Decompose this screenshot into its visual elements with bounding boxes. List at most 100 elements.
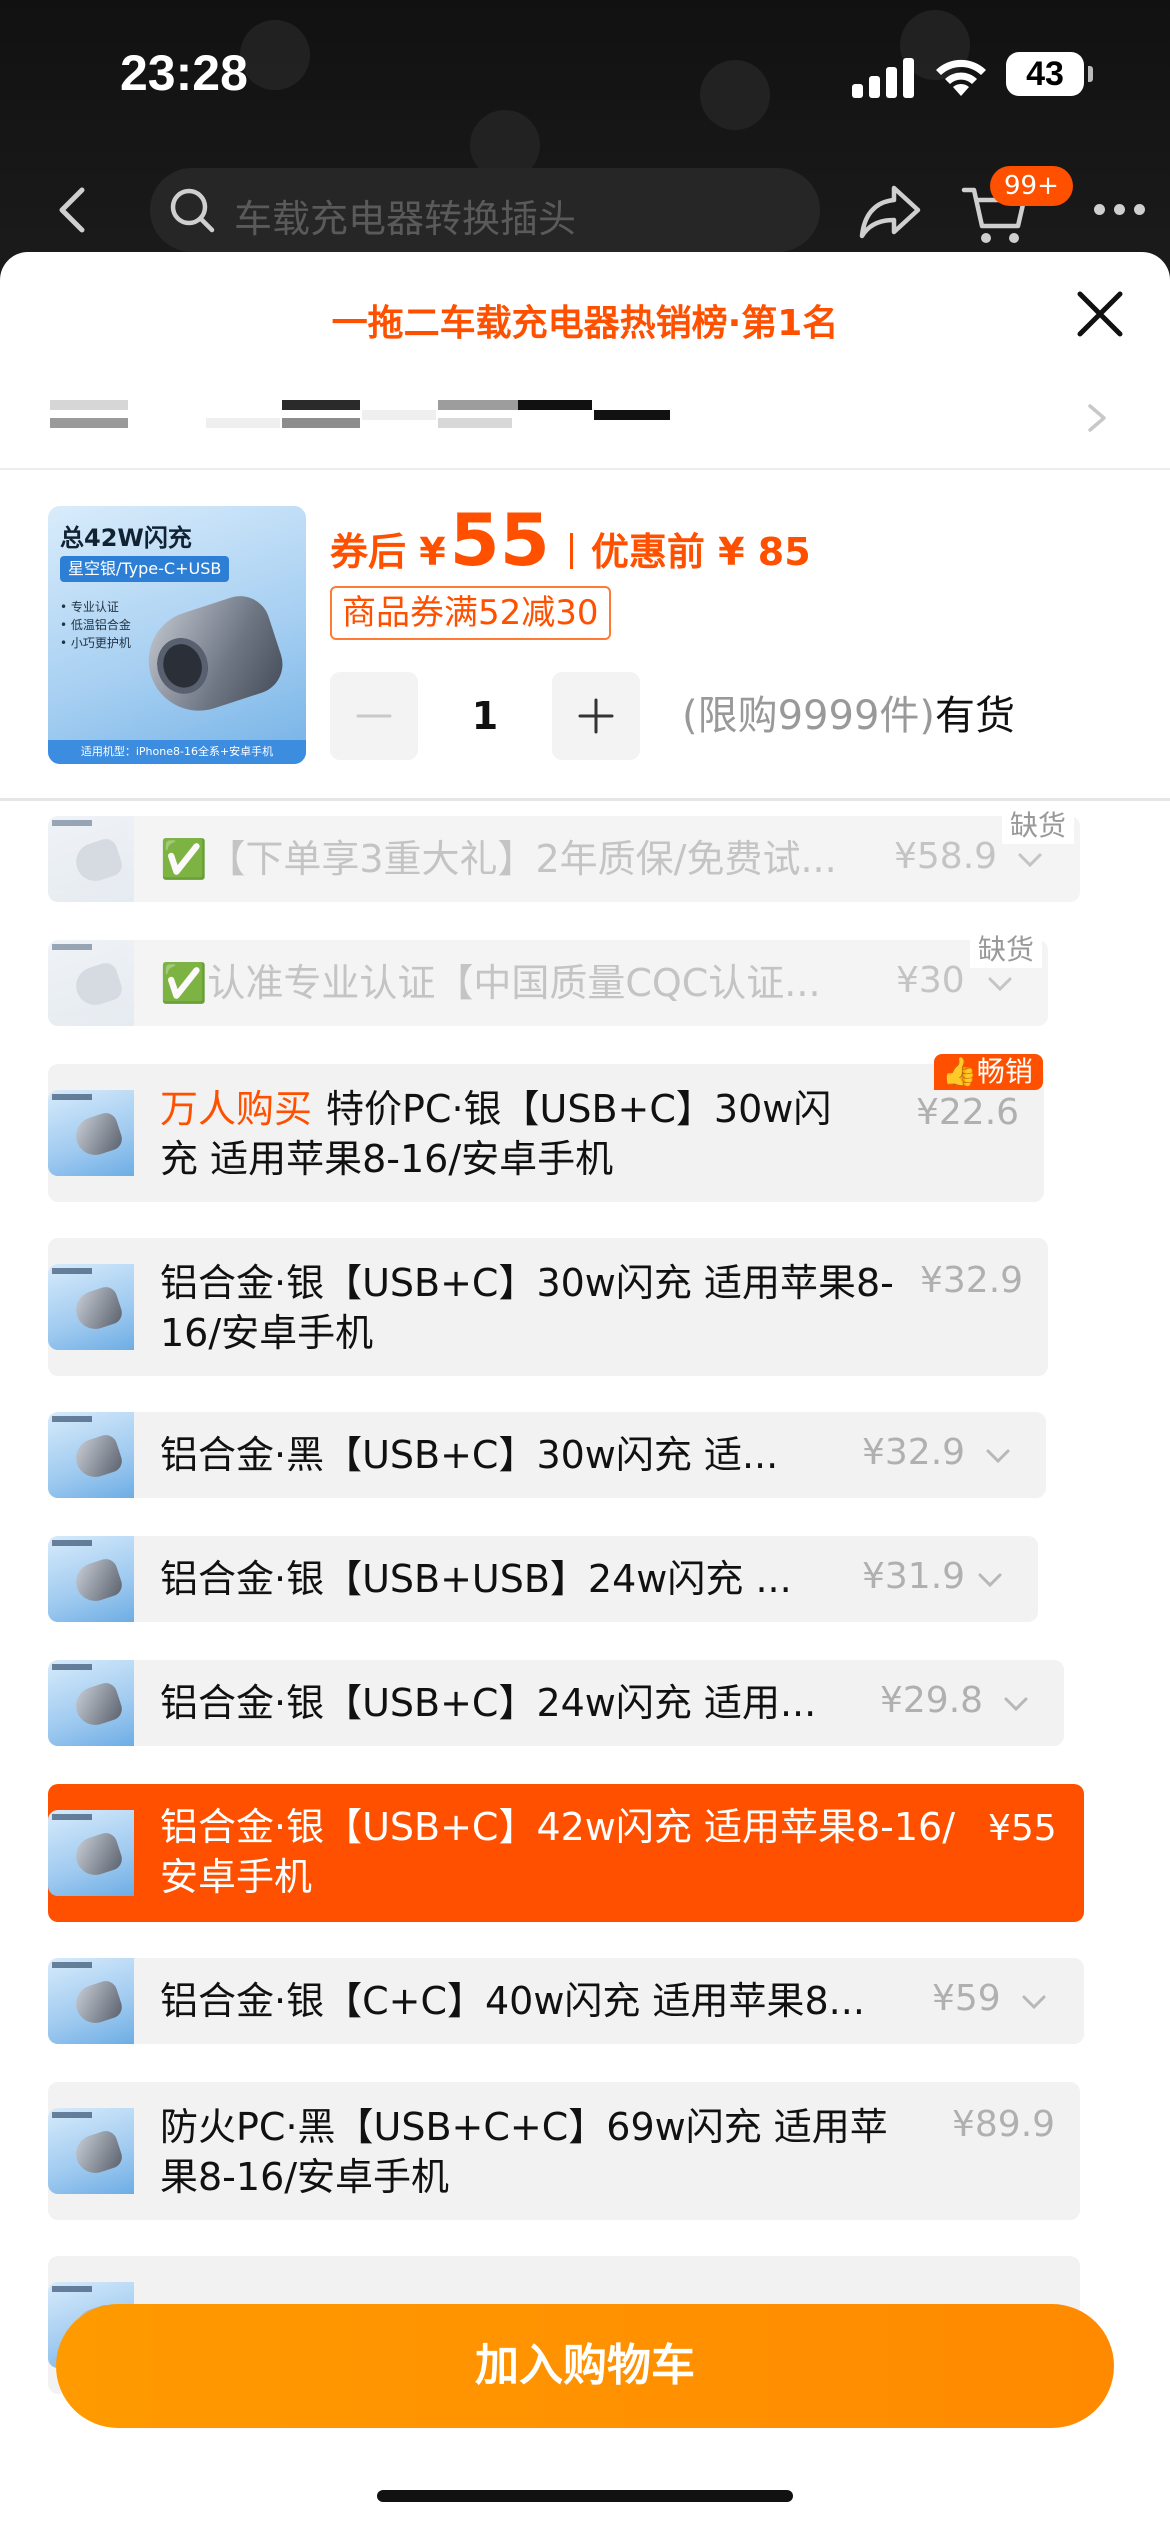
chevron-down-icon[interactable] bbox=[1016, 850, 1044, 870]
sku-promo-tag: 万人购买 bbox=[160, 1087, 313, 1131]
back-icon[interactable] bbox=[44, 180, 104, 240]
sku-option[interactable]: 铝合金·银【USB+C】30w闪充 适用苹果8-16/安卓手机 ¥32.9 bbox=[48, 1238, 1048, 1376]
search-icon bbox=[170, 188, 215, 233]
home-indicator bbox=[377, 2490, 793, 2502]
sku-option[interactable]: 防火PC·黑【USB+C+C】69w闪充 适用苹果8-16/安卓手机 ¥89.9 bbox=[48, 2082, 1080, 2220]
sku-price: ¥32.9 bbox=[862, 1432, 966, 1473]
sku-price: ¥89.9 bbox=[952, 2104, 1056, 2145]
product-image[interactable]: 总42W闪充 星空银/Type-C+USB • 专业认证 • 低温铝合金 • 小… bbox=[48, 506, 306, 764]
address-redacted bbox=[206, 418, 280, 428]
sku-thumbnail bbox=[48, 816, 134, 902]
cart-count-badge: 99+ bbox=[990, 166, 1073, 206]
wifi-icon bbox=[936, 59, 986, 96]
sku-option[interactable]: 铝合金·银【USB+USB】24w闪充 ... ¥31.9 bbox=[48, 1536, 1038, 1622]
divider bbox=[0, 798, 1170, 801]
share-icon[interactable] bbox=[854, 174, 926, 246]
sku-option-selected[interactable]: 铝合金·银【USB+C】42w闪充 适用苹果8-16/安卓手机 ¥55 bbox=[48, 1784, 1084, 1922]
quantity-value[interactable]: 1 bbox=[418, 672, 552, 760]
delivery-address-row[interactable] bbox=[0, 372, 1170, 466]
status-time: 23:28 bbox=[120, 45, 248, 101]
product-image-bullet: • 小巧更护机 bbox=[60, 636, 131, 650]
address-redacted bbox=[594, 410, 670, 420]
sku-label: ✅【下单享3重大礼】2年质保/免费试... bbox=[160, 837, 837, 881]
sku-thumbnail bbox=[48, 2108, 134, 2194]
sku-price: ¥59 bbox=[932, 1978, 1001, 2019]
address-redacted bbox=[50, 400, 128, 410]
cellular-signal-icon bbox=[852, 58, 914, 98]
add-to-cart-button[interactable]: 加入购物车 bbox=[56, 2304, 1114, 2428]
sheet-title: 一拖二车载充电器热销榜·第1名 bbox=[331, 303, 839, 344]
battery-icon: 43 bbox=[1006, 52, 1093, 96]
sku-thumbnail bbox=[48, 1264, 134, 1350]
sku-thumbnail bbox=[48, 1958, 134, 2044]
search-input[interactable]: 车载充电器转换插头 bbox=[150, 168, 820, 252]
minus-icon bbox=[356, 714, 392, 718]
more-icon[interactable] bbox=[1090, 190, 1150, 230]
thumbs-up-icon: 👍 bbox=[942, 1055, 977, 1088]
address-redacted bbox=[362, 410, 436, 420]
sku-thumbnail bbox=[48, 1412, 134, 1498]
after-coupon-label: 券后 ¥ bbox=[330, 530, 446, 574]
search-query: 车载充电器转换插头 bbox=[234, 197, 577, 241]
divider bbox=[0, 468, 1170, 470]
address-redacted bbox=[438, 400, 518, 410]
coupon-tag[interactable]: 商品券满52减30 bbox=[330, 586, 611, 640]
sku-price: ¥30 bbox=[896, 960, 965, 1001]
sku-price: ¥22.6 bbox=[916, 1092, 1020, 1133]
plus-icon bbox=[578, 698, 614, 734]
sku-label: 铝合金·黑【USB+C】30w闪充 适... bbox=[160, 1433, 779, 1477]
sku-option[interactable]: 万人购买 特价PC·银【USB+C】30w闪充 适用苹果8-16/安卓手机 ¥22… bbox=[48, 1054, 1044, 1202]
product-image-title: 总42W闪充 bbox=[60, 524, 192, 552]
purchase-limit: (限购9999件)有货 bbox=[682, 672, 1015, 760]
chevron-down-icon[interactable] bbox=[1020, 1992, 1048, 2012]
chevron-down-icon[interactable] bbox=[984, 1446, 1012, 1466]
decrease-quantity-button[interactable] bbox=[330, 672, 418, 760]
sku-thumbnail bbox=[48, 1660, 134, 1746]
product-image-bullet: • 专业认证 bbox=[60, 600, 119, 614]
close-icon[interactable] bbox=[1074, 288, 1126, 340]
out-of-stock-badge: 缺货 bbox=[970, 928, 1043, 968]
sku-option[interactable]: ✅认准专业认证【中国质量CQC认证... ¥30 缺货 bbox=[48, 928, 1048, 1026]
car-charger-illustration bbox=[135, 588, 291, 724]
sku-option[interactable]: 铝合金·黑【USB+C】30w闪充 适... ¥32.9 bbox=[48, 1412, 1046, 1498]
sku-option[interactable]: ✅【下单享3重大礼】2年质保/免费试... ¥58.9 缺货 bbox=[48, 804, 1080, 902]
address-redacted bbox=[282, 400, 360, 410]
product-image-footer: 适用机型：iPhone8-16全系+安卓手机 bbox=[48, 740, 306, 764]
chevron-down-icon[interactable] bbox=[976, 1570, 1004, 1590]
limit-text: (限购9999件) bbox=[682, 693, 936, 739]
sku-label: 铝合金·银【USB+C】42w闪充 适用苹果8-16/安卓手机 bbox=[160, 1805, 956, 1899]
product-image-bullets: • 专业认证 • 低温铝合金 • 小巧更护机 bbox=[60, 598, 131, 652]
sku-price: ¥55 bbox=[988, 1808, 1057, 1849]
sku-option[interactable]: 铝合金·银【USB+C】24w闪充 适用... ¥29.8 bbox=[48, 1660, 1064, 1746]
bestseller-badge: 👍畅销 bbox=[934, 1054, 1043, 1090]
address-redacted bbox=[438, 418, 512, 428]
sku-label: 铝合金·银【USB+USB】24w闪充 ... bbox=[160, 1557, 792, 1601]
price-divider bbox=[569, 533, 573, 569]
sku-option[interactable]: 铝合金·银【C+C】40w闪充 适用苹果8... ¥59 bbox=[48, 1958, 1084, 2044]
sku-list: ✅【下单享3重大礼】2年质保/免费试... ¥58.9 缺货 ✅认准专业认证【中… bbox=[0, 802, 1170, 2512]
address-redacted bbox=[50, 418, 128, 428]
sku-price: ¥58.9 bbox=[894, 836, 998, 877]
original-price: 优惠前 ¥ 85 bbox=[590, 530, 811, 574]
chevron-right-icon bbox=[1088, 404, 1106, 432]
bestseller-label: 畅销 bbox=[976, 1055, 1033, 1088]
sku-label: ✅认准专业认证【中国质量CQC认证... bbox=[160, 961, 821, 1005]
stock-status: 有货 bbox=[935, 693, 1016, 739]
chevron-down-icon[interactable] bbox=[1002, 1694, 1030, 1714]
address-redacted bbox=[518, 400, 592, 410]
sku-thumbnail bbox=[48, 940, 134, 1026]
sku-price: ¥32.9 bbox=[920, 1260, 1024, 1301]
out-of-stock-badge: 缺货 bbox=[1002, 804, 1075, 844]
increase-quantity-button[interactable] bbox=[552, 672, 640, 760]
sku-selection-sheet: 一拖二车载充电器热销榜·第1名 总42W闪充 星空银/Type-C+USB • … bbox=[0, 252, 1170, 2532]
sku-thumbnail bbox=[48, 1536, 134, 1622]
sku-label: 防火PC·黑【USB+C+C】69w闪充 适用苹果8-16/安卓手机 bbox=[160, 2105, 888, 2199]
sku-price: ¥31.9 bbox=[862, 1556, 966, 1597]
after-coupon-price: 55 bbox=[449, 498, 550, 582]
sku-price: ¥29.8 bbox=[880, 1680, 984, 1721]
sku-label: 铝合金·银【USB+C】24w闪充 适用... bbox=[160, 1681, 817, 1725]
address-redacted bbox=[282, 418, 360, 428]
navigation-bar: 车载充电器转换插头 99+ bbox=[0, 160, 1170, 260]
chevron-down-icon[interactable] bbox=[986, 974, 1014, 994]
sku-label: 铝合金·银【USB+C】30w闪充 适用苹果8-16/安卓手机 bbox=[160, 1261, 894, 1355]
